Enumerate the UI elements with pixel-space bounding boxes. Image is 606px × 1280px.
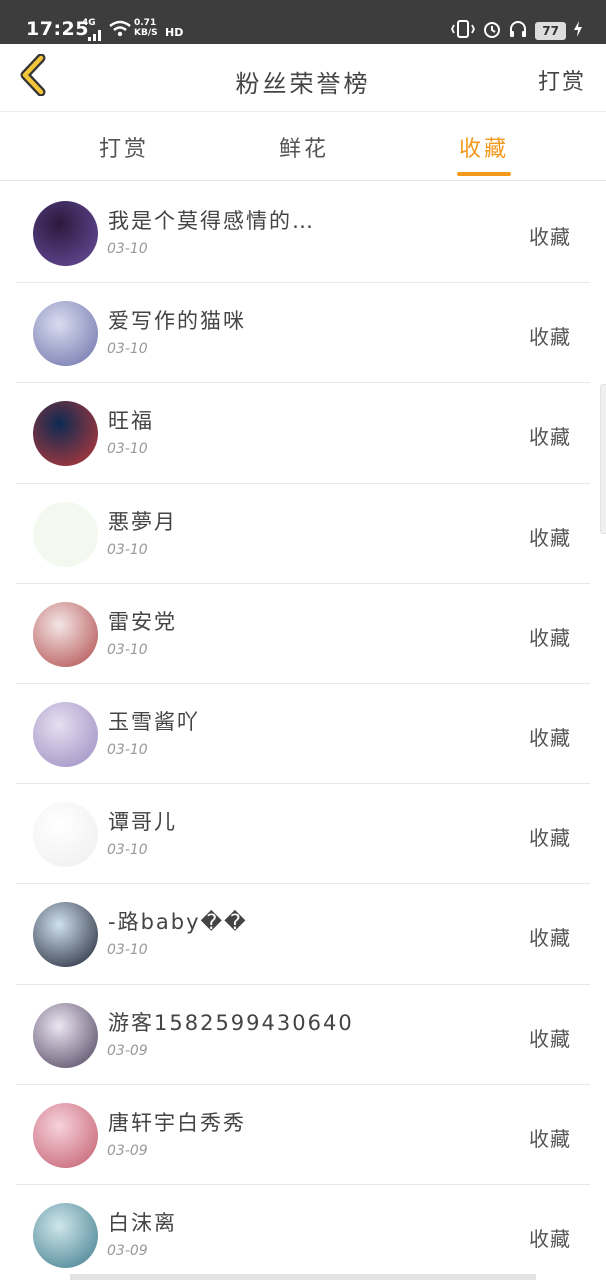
item-type: 收藏 bbox=[529, 625, 571, 650]
item-type: 收藏 bbox=[529, 1126, 571, 1151]
item-date: 03-09 bbox=[107, 1242, 148, 1259]
page-title: 粉丝荣誉榜 bbox=[235, 70, 371, 98]
list-item[interactable]: 我是个莫得感情的… 03-10 收藏 bbox=[16, 183, 590, 284]
item-date: 03-09 bbox=[107, 1142, 148, 1159]
top-bar: 粉丝荣誉榜 打赏 bbox=[0, 44, 606, 112]
avatar[interactable] bbox=[33, 701, 98, 767]
item-date: 03-09 bbox=[107, 1042, 148, 1059]
speed-value: 0.71 bbox=[134, 18, 157, 28]
item-date: 03-10 bbox=[107, 441, 148, 458]
wifi-icon bbox=[108, 20, 132, 42]
item-type: 收藏 bbox=[529, 225, 571, 249]
item-date: 03-10 bbox=[107, 842, 148, 859]
user-name: 玉雪酱吖 bbox=[108, 709, 200, 734]
speed-unit: KB/S bbox=[134, 28, 158, 38]
user-name: 谭哥儿 bbox=[108, 810, 177, 835]
item-date: 03-10 bbox=[107, 341, 148, 358]
avatar[interactable] bbox=[33, 201, 98, 266]
network-speed: 0.71 KB/S bbox=[134, 18, 158, 38]
item-date: 03-10 bbox=[107, 741, 148, 758]
user-name: 爱写作的猫咪 bbox=[108, 309, 246, 334]
avatar[interactable] bbox=[33, 902, 98, 968]
user-name: -路baby�� bbox=[108, 910, 248, 935]
user-name: 唐轩宇白秀秀 bbox=[108, 1110, 246, 1135]
status-right: 77 bbox=[451, 20, 582, 42]
bottom-scroll-bar bbox=[70, 1274, 536, 1280]
alarm-icon bbox=[483, 20, 501, 42]
item-date: 03-10 bbox=[107, 641, 148, 658]
list-item[interactable]: 游客1582599430640 03-09 收藏 bbox=[16, 985, 590, 1085]
avatar[interactable] bbox=[33, 601, 98, 667]
avatar[interactable] bbox=[33, 1202, 98, 1268]
item-type: 收藏 bbox=[529, 926, 571, 951]
user-name: 白沫离 bbox=[108, 1210, 177, 1235]
scroll-indicator[interactable] bbox=[600, 384, 606, 534]
item-type: 收藏 bbox=[529, 826, 571, 851]
item-type: 收藏 bbox=[529, 1026, 571, 1051]
avatar[interactable] bbox=[33, 1102, 98, 1168]
item-type: 收藏 bbox=[529, 525, 571, 550]
item-type: 收藏 bbox=[529, 425, 571, 450]
list-item[interactable]: 白沫离 03-09 收藏 bbox=[16, 1185, 590, 1280]
tab-flowers[interactable]: 鲜花 bbox=[264, 131, 344, 163]
battery-indicator: 77 bbox=[535, 22, 566, 40]
tab-reward[interactable]: 打赏 bbox=[84, 131, 164, 163]
avatar[interactable] bbox=[33, 301, 98, 367]
list-item[interactable]: 谭哥儿 03-10 收藏 bbox=[16, 784, 590, 885]
tab-bar: 打赏 鲜花 收藏 bbox=[0, 113, 606, 181]
charging-icon bbox=[574, 21, 582, 41]
item-date: 03-10 bbox=[107, 541, 148, 558]
item-date: 03-10 bbox=[107, 241, 148, 257]
item-type: 收藏 bbox=[529, 325, 571, 350]
user-name: 我是个莫得感情的… bbox=[108, 209, 315, 233]
list-item[interactable]: 唐轩宇白秀秀 03-09 收藏 bbox=[16, 1085, 590, 1185]
user-name: 悪夢月 bbox=[108, 509, 177, 534]
avatar[interactable] bbox=[33, 802, 98, 868]
hd-badge: HD bbox=[165, 26, 184, 39]
tab-favorites[interactable]: 收藏 bbox=[444, 131, 524, 163]
user-name: 游客1582599430640 bbox=[108, 1010, 354, 1035]
user-name: 旺福 bbox=[108, 409, 154, 434]
fan-list: 我是个莫得感情的… 03-10 收藏 爱写作的猫咪 03-10 收藏 旺福 03-10 收藏 悪夢… bbox=[16, 183, 590, 1280]
signal-icon bbox=[88, 26, 102, 45]
list-item[interactable]: 旺福 03-10 收藏 bbox=[16, 383, 590, 484]
avatar[interactable] bbox=[33, 501, 98, 567]
avatar[interactable] bbox=[33, 1002, 98, 1068]
avatar[interactable] bbox=[33, 401, 98, 467]
list-item[interactable]: -路baby�� 03-10 收藏 bbox=[16, 884, 590, 985]
status-bar: 17:25 4G 0.71 KB/S HD 77 bbox=[0, 0, 606, 44]
item-type: 收藏 bbox=[529, 725, 571, 750]
user-name: 雷安党 bbox=[108, 609, 177, 634]
list-item[interactable]: 雷安党 03-10 收藏 bbox=[16, 584, 590, 684]
item-date: 03-10 bbox=[107, 942, 148, 959]
active-tab-indicator bbox=[457, 172, 511, 176]
reward-button[interactable]: 打赏 bbox=[538, 64, 586, 96]
headphones-icon bbox=[509, 20, 527, 42]
item-type: 收藏 bbox=[529, 1226, 571, 1251]
status-time: 17:25 bbox=[26, 18, 89, 40]
list-item[interactable]: 玉雪酱吖 03-10 收藏 bbox=[16, 684, 590, 785]
vibrate-icon bbox=[451, 20, 476, 42]
list-item[interactable]: 悪夢月 03-10 收藏 bbox=[16, 484, 590, 584]
list-item[interactable]: 爱写作的猫咪 03-10 收藏 bbox=[16, 283, 590, 384]
